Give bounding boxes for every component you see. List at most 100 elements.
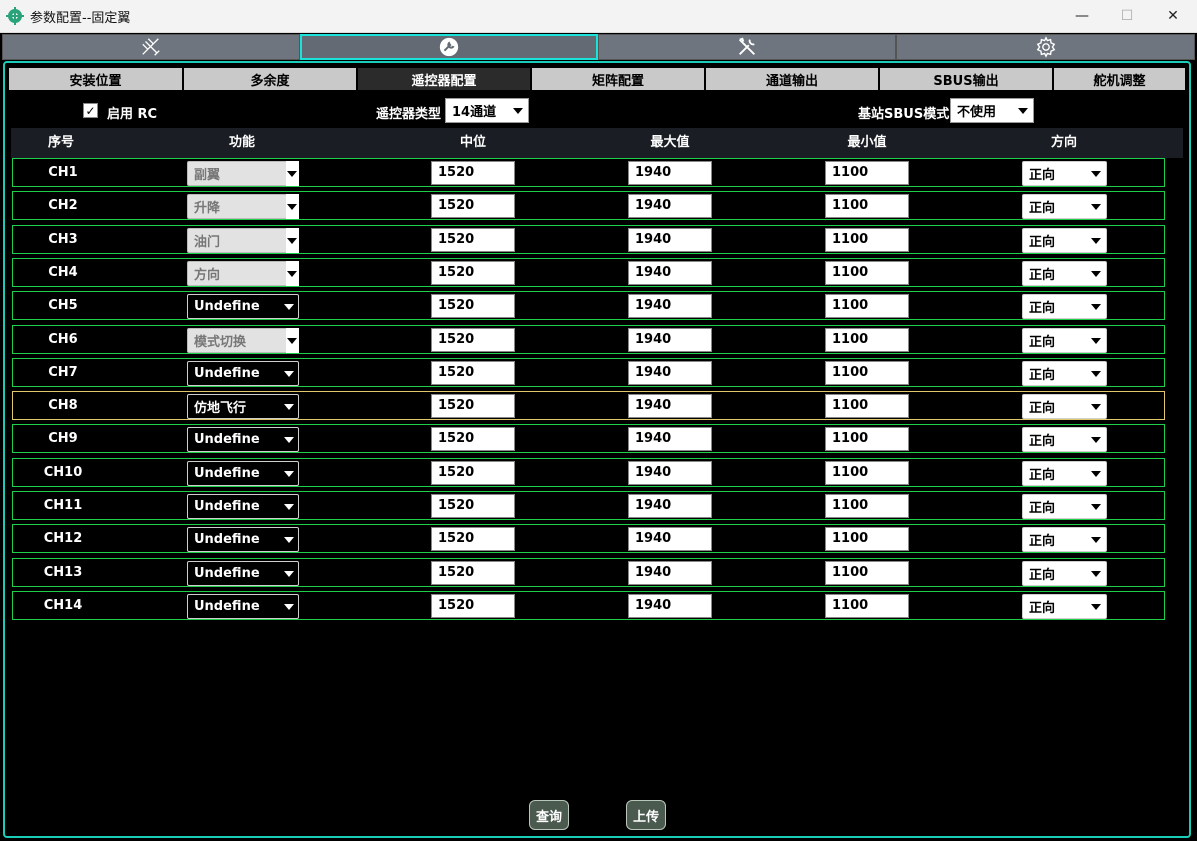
min-input[interactable]: 1100 bbox=[825, 561, 909, 585]
direction-select[interactable]: 正向 bbox=[1022, 161, 1107, 186]
function-select[interactable]: Undefine bbox=[187, 427, 299, 452]
tab-redundancy[interactable]: 多余度 bbox=[184, 68, 358, 90]
maximize-button[interactable]: ☐ bbox=[1104, 0, 1150, 32]
minimize-button[interactable]: — bbox=[1059, 0, 1105, 32]
table-row[interactable]: CH14 Undefine 1520 1940 1100 正向 bbox=[12, 591, 1165, 620]
direction-select[interactable]: 正向 bbox=[1022, 594, 1107, 619]
mid-input[interactable]: 1520 bbox=[431, 328, 515, 352]
function-select[interactable]: 副翼 bbox=[187, 161, 299, 186]
min-input[interactable]: 1100 bbox=[825, 328, 909, 352]
tab-sbus-output[interactable]: SBUS输出 bbox=[880, 68, 1054, 90]
max-input[interactable]: 1940 bbox=[628, 361, 712, 385]
table-row[interactable]: CH11 Undefine 1520 1940 1100 正向 bbox=[12, 491, 1165, 520]
query-button[interactable]: 查询 bbox=[529, 800, 569, 830]
mid-input[interactable]: 1520 bbox=[431, 161, 515, 185]
table-row[interactable]: CH6 模式切换 1520 1940 1100 正向 bbox=[12, 325, 1165, 354]
mid-input[interactable]: 1520 bbox=[431, 461, 515, 485]
tool-tools[interactable] bbox=[598, 34, 896, 60]
function-select[interactable]: Undefine bbox=[187, 594, 299, 619]
function-select[interactable]: 油门 bbox=[187, 228, 299, 253]
table-row[interactable]: CH13 Undefine 1520 1940 1100 正向 bbox=[12, 558, 1165, 587]
function-select[interactable]: Undefine bbox=[187, 361, 299, 386]
direction-select[interactable]: 正向 bbox=[1022, 427, 1107, 452]
mid-input[interactable]: 1520 bbox=[431, 594, 515, 618]
max-input[interactable]: 1940 bbox=[628, 527, 712, 551]
max-input[interactable]: 1940 bbox=[628, 228, 712, 252]
direction-select[interactable]: 正向 bbox=[1022, 461, 1107, 486]
max-input[interactable]: 1940 bbox=[628, 594, 712, 618]
tab-matrix-config[interactable]: 矩阵配置 bbox=[532, 68, 706, 90]
tool-airframe[interactable] bbox=[2, 34, 300, 60]
sbus-mode-select[interactable]: 不使用 bbox=[950, 98, 1034, 123]
min-input[interactable]: 1100 bbox=[825, 194, 909, 218]
table-row[interactable]: CH2 升降 1520 1940 1100 正向 bbox=[12, 191, 1165, 220]
min-input[interactable]: 1100 bbox=[825, 361, 909, 385]
table-row[interactable]: CH3 油门 1520 1940 1100 正向 bbox=[12, 225, 1165, 254]
table-row[interactable]: CH5 Undefine 1520 1940 1100 正向 bbox=[12, 291, 1165, 320]
mid-input[interactable]: 1520 bbox=[431, 427, 515, 451]
mid-input[interactable]: 1520 bbox=[431, 194, 515, 218]
tab-rc-config[interactable]: 遥控器配置 bbox=[358, 68, 532, 90]
max-input[interactable]: 1940 bbox=[628, 261, 712, 285]
max-input[interactable]: 1940 bbox=[628, 194, 712, 218]
max-input[interactable]: 1940 bbox=[628, 161, 712, 185]
function-select[interactable]: Undefine bbox=[187, 461, 299, 486]
tool-settings[interactable] bbox=[896, 34, 1195, 60]
min-input[interactable]: 1100 bbox=[825, 594, 909, 618]
min-input[interactable]: 1100 bbox=[825, 161, 909, 185]
mid-input[interactable]: 1520 bbox=[431, 361, 515, 385]
max-input[interactable]: 1940 bbox=[628, 494, 712, 518]
max-input[interactable]: 1940 bbox=[628, 461, 712, 485]
table-row[interactable]: CH1 副翼 1520 1940 1100 正向 bbox=[12, 158, 1165, 187]
min-input[interactable]: 1100 bbox=[825, 394, 909, 418]
direction-select[interactable]: 正向 bbox=[1022, 294, 1107, 319]
direction-select[interactable]: 正向 bbox=[1022, 228, 1107, 253]
mid-input[interactable]: 1520 bbox=[431, 527, 515, 551]
function-select[interactable]: Undefine bbox=[187, 527, 299, 552]
mid-input[interactable]: 1520 bbox=[431, 494, 515, 518]
min-input[interactable]: 1100 bbox=[825, 261, 909, 285]
tab-channel-output[interactable]: 通道输出 bbox=[706, 68, 880, 90]
mid-input[interactable]: 1520 bbox=[431, 261, 515, 285]
max-input[interactable]: 1940 bbox=[628, 394, 712, 418]
min-input[interactable]: 1100 bbox=[825, 427, 909, 451]
function-select[interactable]: 仿地飞行 bbox=[187, 394, 299, 419]
tool-rc-config[interactable] bbox=[300, 34, 598, 60]
function-select[interactable]: Undefine bbox=[187, 294, 299, 319]
max-input[interactable]: 1940 bbox=[628, 328, 712, 352]
tab-servo-adjust[interactable]: 舵机调整 bbox=[1054, 68, 1185, 90]
rc-type-select[interactable]: 14通道 bbox=[445, 98, 529, 123]
function-select[interactable]: 模式切换 bbox=[187, 328, 299, 353]
table-row[interactable]: CH12 Undefine 1520 1940 1100 正向 bbox=[12, 524, 1165, 553]
min-input[interactable]: 1100 bbox=[825, 494, 909, 518]
max-input[interactable]: 1940 bbox=[628, 294, 712, 318]
min-input[interactable]: 1100 bbox=[825, 461, 909, 485]
mid-input[interactable]: 1520 bbox=[431, 294, 515, 318]
direction-select[interactable]: 正向 bbox=[1022, 494, 1107, 519]
mid-input[interactable]: 1520 bbox=[431, 561, 515, 585]
function-select[interactable]: 升降 bbox=[187, 194, 299, 219]
close-button[interactable]: ✕ bbox=[1150, 0, 1196, 32]
min-input[interactable]: 1100 bbox=[825, 228, 909, 252]
direction-select[interactable]: 正向 bbox=[1022, 527, 1107, 552]
max-input[interactable]: 1940 bbox=[628, 427, 712, 451]
function-select[interactable]: Undefine bbox=[187, 561, 299, 586]
table-row[interactable]: CH10 Undefine 1520 1940 1100 正向 bbox=[12, 458, 1165, 487]
table-row[interactable]: CH8 仿地飞行 1520 1940 1100 正向 bbox=[12, 391, 1165, 420]
upload-button[interactable]: 上传 bbox=[626, 800, 666, 830]
max-input[interactable]: 1940 bbox=[628, 561, 712, 585]
table-row[interactable]: CH9 Undefine 1520 1940 1100 正向 bbox=[12, 424, 1165, 453]
table-row[interactable]: CH4 方向 1520 1940 1100 正向 bbox=[12, 258, 1165, 287]
table-row[interactable]: CH7 Undefine 1520 1940 1100 正向 bbox=[12, 358, 1165, 387]
direction-select[interactable]: 正向 bbox=[1022, 394, 1107, 419]
mid-input[interactable]: 1520 bbox=[431, 394, 515, 418]
direction-select[interactable]: 正向 bbox=[1022, 361, 1107, 386]
direction-select[interactable]: 正向 bbox=[1022, 261, 1107, 286]
min-input[interactable]: 1100 bbox=[825, 294, 909, 318]
direction-select[interactable]: 正向 bbox=[1022, 194, 1107, 219]
min-input[interactable]: 1100 bbox=[825, 527, 909, 551]
mid-input[interactable]: 1520 bbox=[431, 228, 515, 252]
tab-install-position[interactable]: 安装位置 bbox=[9, 68, 184, 90]
function-select[interactable]: Undefine bbox=[187, 494, 299, 519]
direction-select[interactable]: 正向 bbox=[1022, 328, 1107, 353]
